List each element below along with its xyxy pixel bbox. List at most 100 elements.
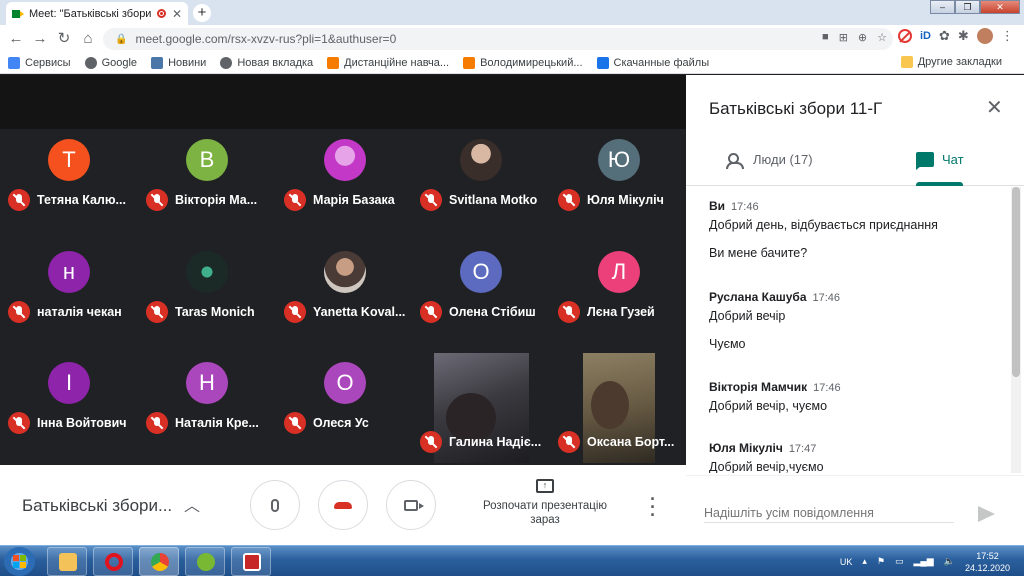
meeting-title[interactable]: Батьківські збори...: [22, 496, 172, 516]
other-bookmarks[interactable]: Другие закладки: [900, 56, 1002, 68]
start-button[interactable]: [4, 547, 35, 576]
close-tab-icon[interactable]: ✕: [172, 7, 182, 21]
message-text: Чуємо: [709, 337, 746, 351]
bookmark-item[interactable]: Дистанційне навча...: [327, 56, 449, 69]
globe-icon: [84, 56, 97, 69]
bookmark-item[interactable]: Google: [84, 56, 137, 69]
participant-label: Олена Стібиш: [420, 301, 548, 323]
bookmark-item[interactable]: Новини: [151, 56, 206, 69]
participant-tile[interactable]: О Олена Стібиш: [412, 250, 548, 360]
adblock-extension-icon[interactable]: [898, 29, 912, 43]
forward-arrow-icon[interactable]: →: [28, 27, 52, 51]
camera-indicator-icon[interactable]: ■: [822, 31, 829, 44]
omnibox-icons: ■ ⊞ ⊕ ☆: [822, 31, 887, 44]
home-icon[interactable]: ⌂: [76, 27, 100, 51]
browser-tab-meet[interactable]: Meet: "Батьківські збори 11- ✕: [6, 2, 188, 25]
participant-label: Лєна Гузей: [558, 301, 686, 323]
participant-tile[interactable]: Марія Базака: [276, 138, 412, 248]
profile-avatar[interactable]: [976, 28, 993, 44]
taskbar-chrome[interactable]: [139, 547, 179, 576]
browser-tab-strip: Meet: "Батьківські збори 11- ✕ + – ❐ ✕: [0, 0, 1024, 25]
scrollbar-thumb[interactable]: [1012, 187, 1020, 377]
camera-button[interactable]: [386, 480, 436, 530]
address-bar[interactable]: 🔒 meet.google.com/rsx-xvzv-rus?pli=1&aut…: [103, 28, 893, 50]
action-center-flag-icon[interactable]: ⚑: [877, 556, 885, 567]
opera-icon: [105, 553, 123, 571]
mic-muted-icon: [420, 189, 442, 211]
participant-tile[interactable]: Н Наталія Кре...: [138, 361, 274, 471]
tab-chat[interactable]: Чат: [916, 152, 964, 170]
close-window-button[interactable]: ✕: [980, 0, 1020, 14]
mic-muted-icon: [558, 431, 580, 453]
participant-name: Олеся Ус: [313, 416, 369, 430]
display-icon[interactable]: ▭: [895, 556, 904, 567]
app-icon: [243, 553, 261, 571]
taskbar-utorrent[interactable]: [185, 547, 225, 576]
mic-muted-icon: [284, 412, 306, 434]
participant-tile[interactable]: І Інна Войтович: [0, 361, 136, 471]
translate-icon[interactable]: ⊞: [839, 31, 848, 44]
message-text: Добрий вечір: [709, 309, 786, 323]
taskbar-app[interactable]: [231, 547, 271, 576]
avatar: [460, 139, 502, 181]
apps-grid-icon: [8, 56, 20, 69]
tab-people-label: Люди (17): [753, 152, 813, 167]
participant-name: Галина Надіє...: [449, 435, 542, 449]
gear-extension-icon[interactable]: ✿: [939, 28, 950, 44]
participant-tile[interactable]: В Вікторія Ма...: [138, 138, 274, 248]
chat-messages: Ви 17:46 Добрий день, відбувається приєдн…: [686, 187, 1011, 473]
taskbar-explorer[interactable]: [47, 547, 87, 576]
participant-tile[interactable]: Т Тетяна Калю...: [0, 138, 136, 248]
bookmark-item[interactable]: Скачанные файлы: [596, 56, 709, 69]
volume-icon[interactable]: 🔈: [944, 556, 955, 567]
globe-icon: [220, 56, 233, 69]
participant-tile[interactable]: Taras Monich: [138, 250, 274, 360]
bookmarks-bar: Сервисы Google Новини Новая вкладка Дист…: [0, 52, 1024, 74]
minimize-window-button[interactable]: –: [930, 0, 955, 14]
participant-tile[interactable]: О Олеся Ус: [276, 361, 412, 471]
bookmark-star-icon[interactable]: ☆: [877, 31, 887, 44]
tab-people[interactable]: Люди (17): [726, 152, 813, 169]
system-tray: UK ▴ ⚑ ▭ ▂▄▆ 🔈 17:52 24.12.2020: [840, 546, 1024, 576]
participant-tile[interactable]: Yanetta Koval...: [276, 250, 412, 360]
chat-message-input[interactable]: [704, 503, 954, 523]
browser-menu-icon[interactable]: ⋮: [1001, 28, 1014, 44]
participant-name: Марія Базака: [313, 193, 395, 207]
bookmark-item[interactable]: Сервисы: [8, 56, 71, 69]
send-icon[interactable]: [978, 506, 995, 522]
mic-muted-icon: [558, 189, 580, 211]
back-arrow-icon[interactable]: ←: [4, 27, 28, 51]
participant-name: Наталія Кре...: [175, 416, 259, 430]
participant-tile[interactable]: Svitlana Motko: [412, 138, 548, 248]
present-now-button[interactable]: ↑ Розпочати презентацію зараз: [470, 479, 620, 527]
taskbar-clock[interactable]: 17:52 24.12.2020: [965, 550, 1010, 574]
bookmark-item[interactable]: Новая вкладка: [220, 56, 313, 69]
microphone-button[interactable]: [250, 480, 300, 530]
new-tab-button[interactable]: +: [193, 4, 211, 22]
avatar: О: [460, 251, 502, 293]
meeting-controls-bar: Батьківські збори... ︿ ↑ Розпочати презе…: [0, 465, 686, 545]
chevron-up-icon[interactable]: ︿: [184, 492, 200, 516]
microphone-icon: [271, 498, 279, 512]
leave-call-button[interactable]: [318, 480, 368, 530]
participant-tile[interactable]: н наталія чекан: [0, 250, 136, 360]
puzzle-extensions-icon[interactable]: ✱: [958, 28, 969, 44]
chat-scrollbar[interactable]: [1011, 187, 1021, 473]
camera-icon: [404, 499, 424, 511]
extension-icons: iD ✿ ✱ ⋮: [898, 28, 1014, 44]
participant-name: Вікторія Ма...: [175, 193, 258, 207]
restore-window-button[interactable]: ❐: [955, 0, 980, 14]
bookmark-item[interactable]: Володимирецький...: [463, 56, 583, 69]
id-extension-icon[interactable]: iD: [920, 30, 931, 42]
language-indicator[interactable]: UK: [840, 557, 853, 567]
network-signal-icon[interactable]: ▂▄▆: [914, 556, 934, 567]
zoom-icon[interactable]: ⊕: [858, 31, 867, 44]
reload-icon[interactable]: ↻: [52, 27, 76, 51]
more-options-icon[interactable]: · · ·: [650, 490, 656, 524]
taskbar-opera[interactable]: [93, 547, 133, 576]
tray-expand-icon[interactable]: ▴: [862, 556, 867, 567]
participant-name: Юля Мікуліч: [587, 193, 664, 207]
participant-tile[interactable]: Ю Юля Мікуліч: [550, 138, 686, 248]
close-panel-icon[interactable]: ✕: [986, 95, 1003, 120]
participant-tile[interactable]: Л Лєна Гузей: [550, 250, 686, 360]
